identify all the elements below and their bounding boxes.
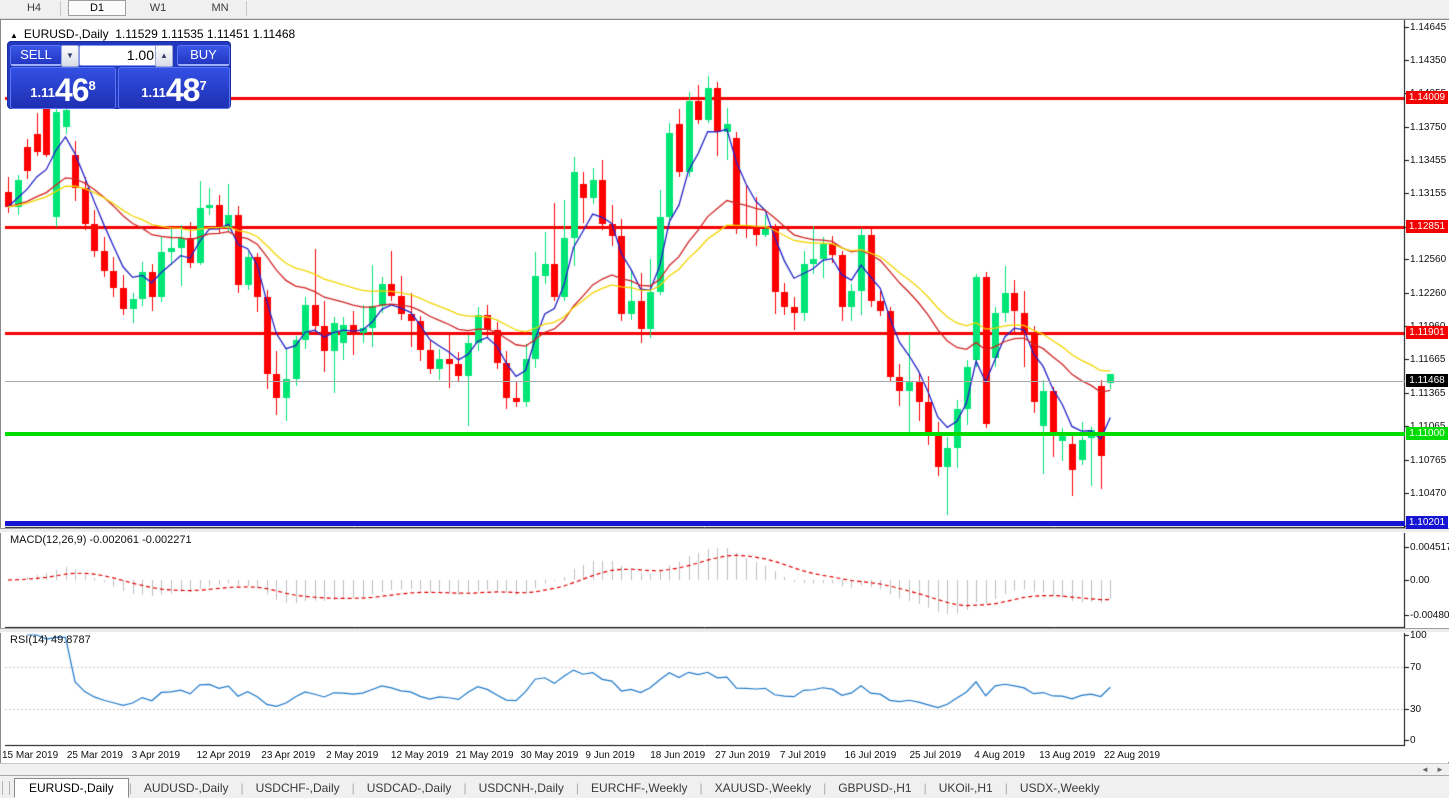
date-tick-label: 7 Jul 2019	[780, 750, 826, 761]
chart-tab-eurusd-daily[interactable]: EURUSD-,Daily	[14, 778, 129, 798]
date-tick-label: 13 Aug 2019	[1039, 750, 1095, 761]
rsi-label: RSI(14) 49.8787	[10, 634, 91, 646]
buy-price-pips: 48	[166, 74, 200, 106]
date-tick-label: 25 Mar 2019	[67, 750, 123, 761]
rsi-tick-label: 30	[1410, 704, 1421, 715]
price-tick-label: 1.11665	[1410, 354, 1445, 365]
price-tick-label: 1.13155	[1410, 188, 1446, 199]
rsi-tick-label: 70	[1410, 662, 1421, 673]
buy-button[interactable]: BUY	[177, 45, 230, 66]
volume-input[interactable]: 1.00	[79, 45, 161, 66]
date-tick-label: 30 May 2019	[521, 750, 579, 761]
price-tick-label: 1.10470	[1410, 488, 1446, 499]
ohlc-values: 1.11529 1.11535 1.11451 1.11468	[115, 27, 295, 41]
rsi-tick-label: 0	[1410, 735, 1416, 746]
timeframe-button-w1[interactable]: W1	[130, 1, 186, 16]
mt4-window: H4 D1 W1 MN ▲ EURUSD-,Daily 1.11529 1.11535 …	[0, 0, 1449, 798]
chart-tab-usdcad-daily[interactable]: USDCAD-,Daily	[355, 779, 464, 797]
buy-price-button[interactable]: 1.11487	[118, 67, 230, 109]
chart-tab-xauusd-weekly[interactable]: XAUUSD-,Weekly	[703, 779, 823, 797]
chart-tab-ukoil-h1[interactable]: UKOil-,H1	[927, 779, 1005, 797]
toolbar-separator	[246, 1, 247, 16]
timeframe-toolbar: H4 D1 W1 MN	[0, 0, 1449, 19]
spin-up-icon: ▲	[160, 51, 168, 60]
date-tick-label: 25 Jul 2019	[909, 750, 961, 761]
chart-tab-usdcnh-daily[interactable]: USDCNH-,Daily	[467, 779, 576, 797]
date-tick-label: 18 Jun 2019	[650, 750, 705, 761]
sell-price-point: 8	[88, 66, 95, 106]
chart-title: ▲ EURUSD-,Daily 1.11529 1.11535 1.11451 1…	[10, 27, 295, 41]
chart-tab-eurchf-weekly[interactable]: EURCHF-,Weekly	[579, 779, 699, 797]
timeframe-button-mn[interactable]: MN	[192, 1, 248, 16]
date-tick-label: 12 Apr 2019	[196, 750, 250, 761]
current-price-line	[5, 381, 1405, 382]
price-line-label: 1.11901	[1406, 326, 1448, 339]
macd-tick-label: 0.004517	[1410, 542, 1449, 553]
rsi-tick-label: 100	[1410, 630, 1427, 641]
chart-tab-usdx-weekly[interactable]: USDX-,Weekly	[1008, 779, 1112, 797]
date-tick-label: 15 Mar 2019	[2, 750, 58, 761]
date-tick-label: 3 Apr 2019	[132, 750, 180, 761]
sell-price-button[interactable]: 1.11468	[10, 67, 116, 109]
date-tick-label: 2 May 2019	[326, 750, 378, 761]
pane-divider-rsi[interactable]	[0, 628, 1449, 633]
date-tick-label: 21 May 2019	[456, 750, 514, 761]
collapse-panel-icon[interactable]: ▲	[10, 31, 18, 40]
price-tick-label: 1.13750	[1410, 122, 1446, 133]
sell-price-figure: 1.11	[30, 80, 55, 106]
timeframe-button-h4[interactable]: H4	[6, 1, 62, 16]
one-click-trading-panel: SELL ▼ 1.00 ▲ BUY 1.11468 1.11487	[8, 42, 230, 108]
date-tick-label: 22 Aug 2019	[1104, 750, 1160, 761]
scroll-left-icon[interactable]: ◄	[1418, 765, 1432, 775]
hline-blue-support[interactable]	[5, 521, 1405, 526]
price-line-label: 1.11000	[1406, 427, 1448, 440]
price-tick-label: 1.12260	[1410, 288, 1446, 299]
chart-tab-gbpusd-h1[interactable]: GBPUSD-,H1	[826, 779, 923, 797]
price-tick-label: 1.12560	[1410, 254, 1446, 265]
pane-divider-macd[interactable]	[0, 528, 1449, 533]
sell-button[interactable]: SELL	[10, 45, 62, 66]
tabbar-gripper-icon	[2, 781, 10, 795]
date-tick-label: 23 Apr 2019	[261, 750, 315, 761]
buy-price-figure: 1.11	[141, 80, 166, 106]
macd-tick-label: -0.004806	[1410, 610, 1449, 621]
symbol-period-label: EURUSD-,Daily	[24, 27, 109, 41]
chart-tab-audusd-daily[interactable]: AUDUSD-,Daily	[132, 779, 241, 797]
price-tick-label: 1.14350	[1410, 55, 1446, 66]
macd-tick-label: 0.00	[1410, 575, 1429, 586]
price-line-label: 1.12851	[1406, 220, 1448, 233]
date-tick-label: 9 Jun 2019	[585, 750, 635, 761]
volume-decrease-button[interactable]: ▼	[61, 45, 79, 67]
date-tick-label: 4 Aug 2019	[974, 750, 1025, 761]
chart-canvas[interactable]	[0, 0, 1449, 798]
buy-price-point: 7	[199, 66, 206, 106]
price-tick-label: 1.14645	[1410, 22, 1446, 33]
date-tick-label: 12 May 2019	[391, 750, 449, 761]
price-tick-label: 1.10765	[1410, 455, 1446, 466]
hline-green-support[interactable]	[5, 432, 1405, 436]
chart-tab-usdchf-daily[interactable]: USDCHF-,Daily	[244, 779, 352, 797]
price-line-label: 1.14009	[1406, 91, 1448, 104]
timeframe-button-d1[interactable]: D1	[68, 0, 126, 16]
price-line-label: 1.11468	[1406, 374, 1448, 387]
date-tick-label: 27 Jun 2019	[715, 750, 770, 761]
scroll-right-icon[interactable]: ►	[1433, 765, 1447, 775]
spin-down-icon: ▼	[66, 51, 74, 60]
price-line-label: 1.10201	[1406, 516, 1448, 529]
volume-increase-button[interactable]: ▲	[155, 45, 173, 67]
date-tick-label: 16 Jul 2019	[845, 750, 897, 761]
toolbar-separator	[60, 1, 61, 16]
chart-tab-bar: EURUSD-,Daily|AUDUSD-,Daily|USDCHF-,Dail…	[0, 775, 1449, 798]
macd-label: MACD(12,26,9) -0.002061 -0.002271	[10, 534, 192, 546]
sell-price-pips: 46	[55, 74, 89, 106]
price-tick-label: 1.13455	[1410, 155, 1446, 166]
price-tick-label: 1.11365	[1410, 388, 1445, 399]
